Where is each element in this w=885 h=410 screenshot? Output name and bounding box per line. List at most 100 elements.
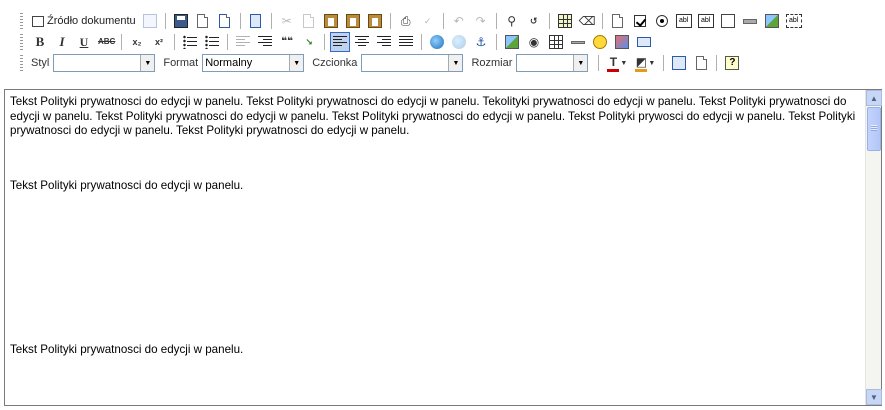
paragraph[interactable]: Tekst Polityki prywatnosci do edycji w p… xyxy=(10,343,243,358)
print-button[interactable]: ⎙ xyxy=(396,11,416,31)
replace-icon: ↺ xyxy=(529,16,538,26)
chevron-down-icon[interactable]: ▼ xyxy=(140,55,155,71)
print-icon: ⎙ xyxy=(400,14,411,28)
superscript-button[interactable]: x² xyxy=(149,32,169,52)
style-select[interactable]: ▼ xyxy=(53,54,156,72)
chevron-down-icon: ▼ xyxy=(648,59,656,67)
help-icon: ? xyxy=(725,56,740,70)
button-button[interactable] xyxy=(740,11,760,31)
bold-button[interactable]: B xyxy=(30,32,50,52)
source-button[interactable]: Źródło dokumentu xyxy=(29,11,139,31)
vertical-scrollbar[interactable]: ▲ ▼ xyxy=(865,90,882,405)
copy-button[interactable] xyxy=(299,11,319,31)
scroll-thumb[interactable] xyxy=(867,107,881,151)
bg-color-button[interactable]: ◩ ▼ xyxy=(632,53,658,73)
chevron-down-icon[interactable]: ▼ xyxy=(289,55,304,71)
superscript-icon: x² xyxy=(154,37,163,47)
replace-button[interactable]: ↺ xyxy=(524,11,544,31)
subscript-button[interactable]: x₂ xyxy=(127,32,147,52)
strike-button[interactable]: ABC xyxy=(96,32,116,52)
format-select[interactable]: Normalny ▼ xyxy=(202,54,305,72)
paste-word-icon xyxy=(367,14,382,28)
anchor-button[interactable]: ⚓ xyxy=(471,32,491,52)
toolbar-row-1: Źródło dokumentu ✂ ⎙ ✓ ↶ ↷ ⚲ ↺ ⌫ abl abl xyxy=(20,10,805,32)
smiley-button[interactable] xyxy=(590,32,610,52)
separator xyxy=(121,34,122,50)
separator xyxy=(598,55,600,71)
bulleted-list-button[interactable] xyxy=(202,32,222,52)
anchor-icon: ⚓ xyxy=(475,35,487,49)
table-button[interactable] xyxy=(546,32,566,52)
paste-text-button[interactable] xyxy=(343,11,363,31)
form-icon xyxy=(612,14,624,28)
outdent-button[interactable] xyxy=(233,32,253,52)
paragraph[interactable]: Tekst Polityki prywatnosci do edycji w p… xyxy=(10,179,243,194)
separator xyxy=(421,34,422,50)
underline-button[interactable]: U xyxy=(74,32,94,52)
align-right-button[interactable] xyxy=(374,32,394,52)
maximize-button[interactable] xyxy=(669,53,689,73)
separator xyxy=(227,34,228,50)
cut-button[interactable]: ✂ xyxy=(277,11,297,31)
scroll-up-button[interactable]: ▲ xyxy=(866,90,882,106)
textfield-button[interactable]: abl xyxy=(674,11,694,31)
toolbar-grip[interactable] xyxy=(20,13,23,29)
chevron-down-icon[interactable]: ▼ xyxy=(448,55,463,71)
page-break-button[interactable] xyxy=(634,32,654,52)
preview-button[interactable] xyxy=(215,11,235,31)
underline-icon: U xyxy=(79,35,89,49)
select-icon xyxy=(720,14,735,28)
align-justify-icon xyxy=(399,35,413,49)
image-button[interactable] xyxy=(502,32,522,52)
select-all-button[interactable] xyxy=(555,11,575,31)
blockquote-button[interactable]: ❝❝ xyxy=(277,32,297,52)
text-color-button[interactable]: T ▼ xyxy=(604,53,630,73)
align-justify-button[interactable] xyxy=(396,32,416,52)
unlink-button[interactable] xyxy=(449,32,469,52)
preview-template-button[interactable] xyxy=(140,11,160,31)
show-blocks-button[interactable] xyxy=(691,53,711,73)
align-center-button[interactable] xyxy=(352,32,372,52)
image-button-button[interactable] xyxy=(762,11,782,31)
undo-button[interactable]: ↶ xyxy=(449,11,469,31)
italic-button[interactable]: I xyxy=(52,32,72,52)
find-button[interactable]: ⚲ xyxy=(502,11,522,31)
separator xyxy=(174,34,175,50)
spellcheck-button[interactable]: ✓ xyxy=(418,11,438,31)
chevron-down-icon[interactable]: ▼ xyxy=(573,55,588,71)
toolbar-grip[interactable] xyxy=(20,34,23,50)
toolbar-grip[interactable] xyxy=(20,55,23,71)
select-button[interactable] xyxy=(718,11,738,31)
paragraph[interactable]: Tekst Polityki prywatnosci do edycji w p… xyxy=(10,95,860,139)
align-left-button[interactable] xyxy=(330,32,350,52)
size-select[interactable]: ▼ xyxy=(516,54,589,72)
link-button[interactable] xyxy=(427,32,447,52)
save-button[interactable] xyxy=(171,11,191,31)
paste-button[interactable] xyxy=(321,11,341,31)
radio-button[interactable] xyxy=(652,11,672,31)
form-button[interactable] xyxy=(608,11,628,31)
editor-toolbar: Źródło dokumentu ✂ ⎙ ✓ ↶ ↷ ⚲ ↺ ⌫ abl abl xyxy=(0,0,885,88)
indent-button[interactable] xyxy=(255,32,275,52)
outdent-icon xyxy=(236,35,250,49)
textarea-button[interactable]: abl xyxy=(696,11,716,31)
editor-content-area[interactable]: Tekst Polityki prywatnosci do edycji w p… xyxy=(4,89,882,406)
special-char-button[interactable] xyxy=(612,32,632,52)
paste-word-button[interactable] xyxy=(365,11,385,31)
templates-button[interactable] xyxy=(246,11,266,31)
remove-format-button[interactable]: ⌫ xyxy=(577,11,597,31)
font-select[interactable]: ▼ xyxy=(361,54,464,72)
new-page-button[interactable] xyxy=(193,11,213,31)
checkbox-button[interactable] xyxy=(630,11,650,31)
flash-button[interactable]: ◉ xyxy=(524,32,544,52)
div-button[interactable]: ↘ xyxy=(299,32,319,52)
horizontal-rule-button[interactable] xyxy=(568,32,588,52)
hidden-field-button[interactable]: abl xyxy=(784,11,804,31)
textfield-icon: abl xyxy=(675,14,692,28)
about-button[interactable]: ? xyxy=(722,53,742,73)
redo-button[interactable]: ↷ xyxy=(471,11,491,31)
source-icon xyxy=(32,15,44,27)
scroll-down-button[interactable]: ▼ xyxy=(866,389,882,405)
numbered-list-button[interactable] xyxy=(180,32,200,52)
templates-icon xyxy=(250,14,262,28)
